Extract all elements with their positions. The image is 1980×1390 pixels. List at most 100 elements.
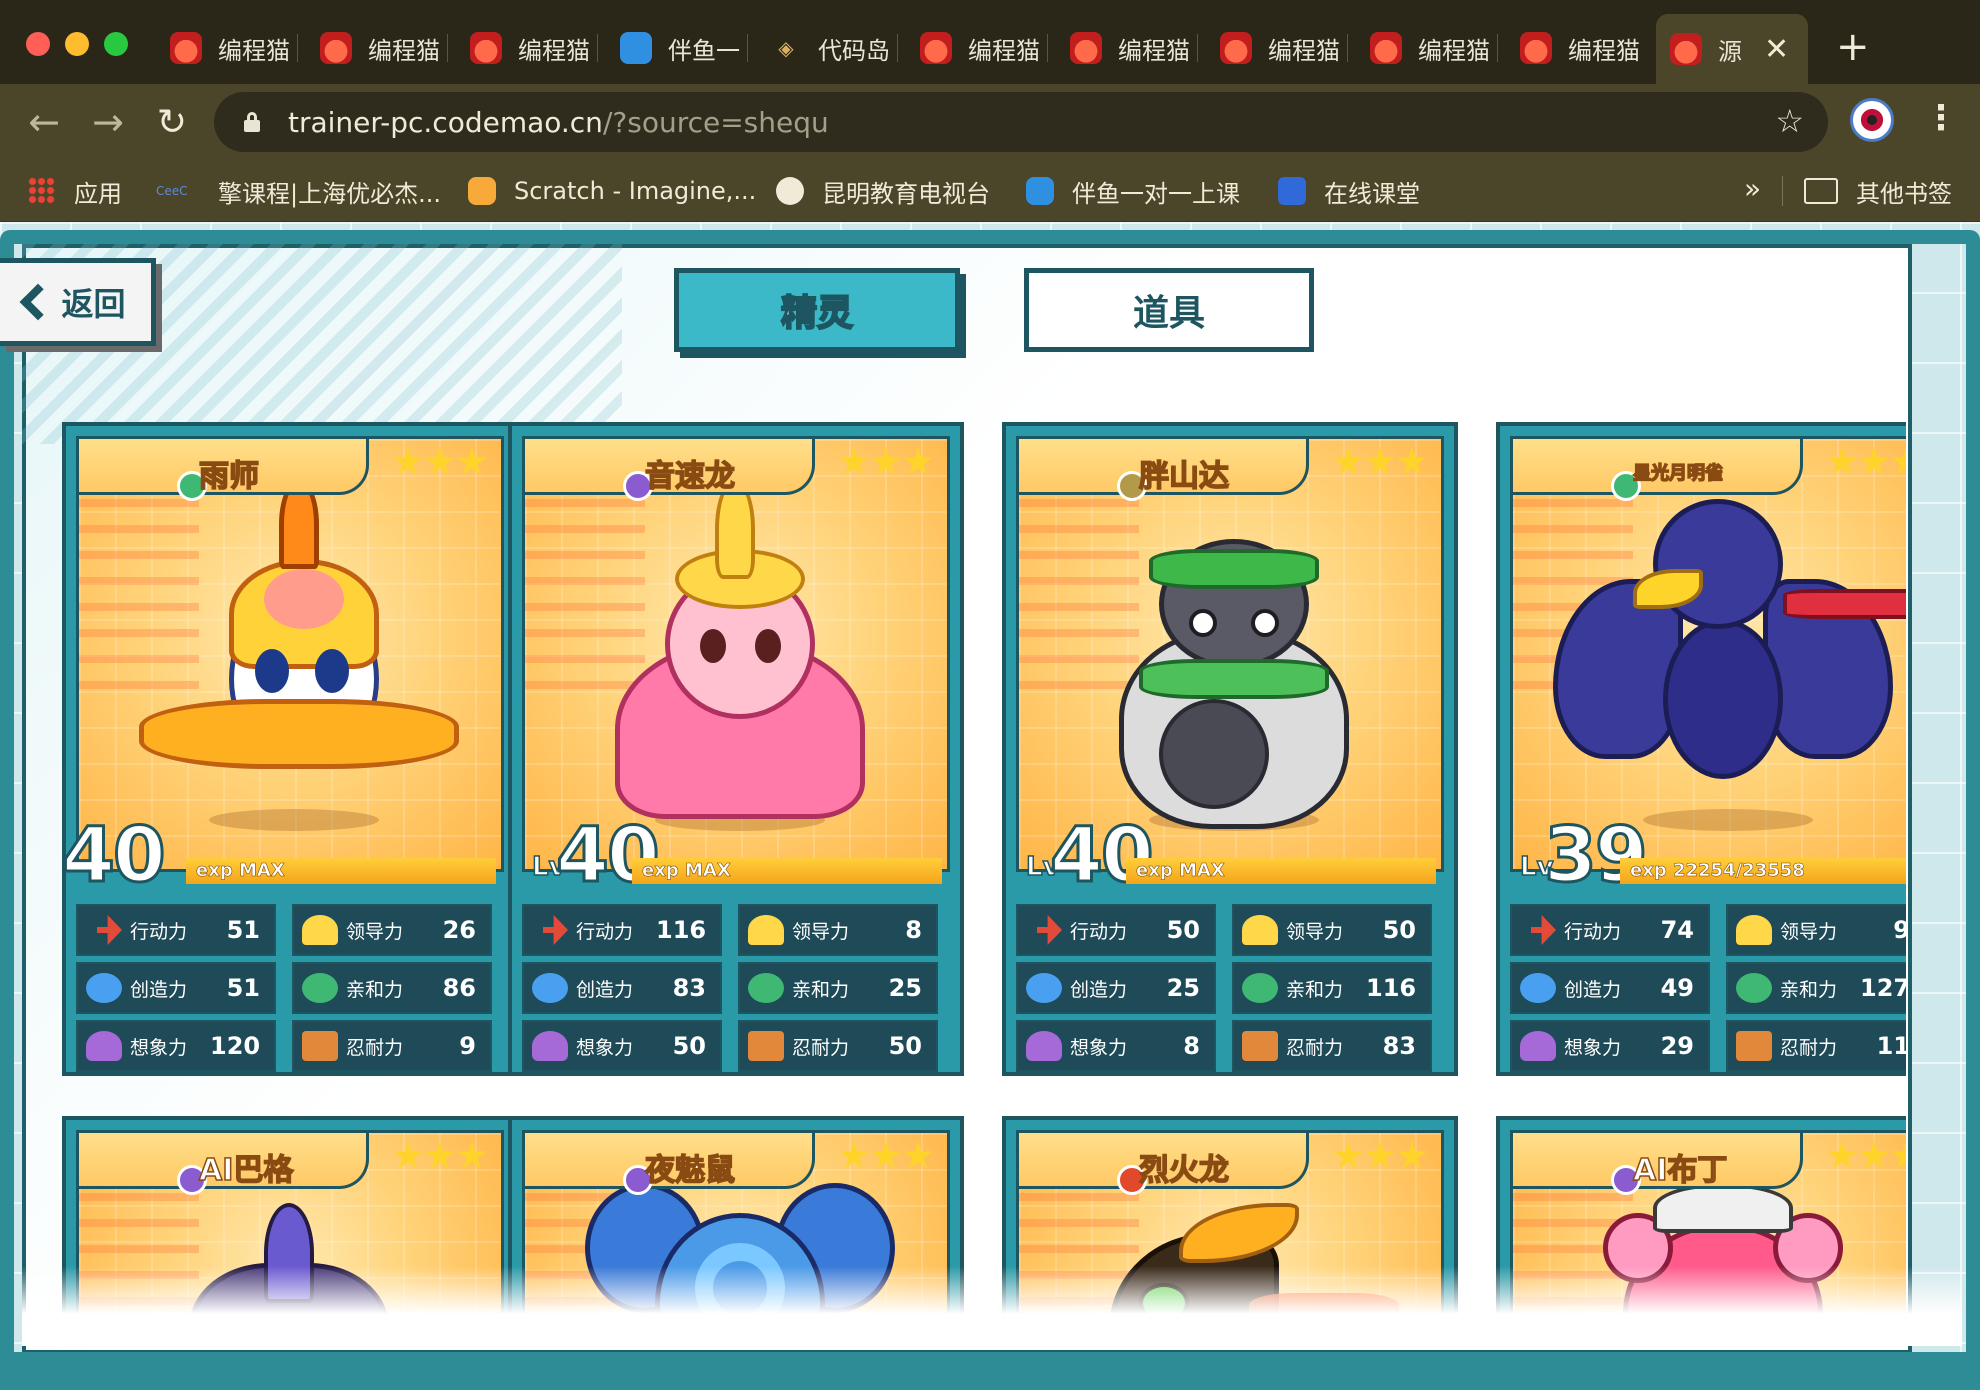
stats-grid: 行动力 74 领导力 9 创造力 49 亲和力 127 想象力 29 忍耐力 11 <box>1510 904 1906 1072</box>
browser-tab[interactable]: 编程猫 <box>1220 26 1348 70</box>
exp-text: exp 22254/23558 <box>1630 860 1805 882</box>
creature-card[interactable]: 雨师 40 exp MAX 行动力 51 领导力 26 创造力 51 亲和力 86 想象… <box>61 422 518 1076</box>
back-arrow-icon[interactable]: ← <box>20 98 68 146</box>
action-icon <box>1026 915 1062 945</box>
tab-title: 编程猫 <box>1118 36 1190 65</box>
back-label: 返回 <box>61 285 126 323</box>
site-icon: CeeC <box>156 184 188 198</box>
action-icon <box>86 915 122 945</box>
affinity-icon <box>302 973 338 1003</box>
classroom-icon <box>1278 177 1306 205</box>
address-bar[interactable]: trainer-pc.codemao.cn/?source=shequ ☆ <box>214 92 1828 152</box>
star-icon <box>1891 1141 1906 1169</box>
bookmark-item[interactable]: 在线课堂 <box>1278 174 1420 208</box>
stat-affinity: 亲和力 25 <box>738 962 938 1014</box>
star-rating <box>1333 447 1427 477</box>
creature-card[interactable]: 胖山达 Lv 40 exp MAX 行动力 50 领导力 50 创造力 25 亲和力 1… <box>1002 422 1458 1076</box>
close-window-button[interactable] <box>26 32 50 56</box>
browser-toolbar: ← → ↻ trainer-pc.codemao.cn/?source=sheq… <box>0 84 1980 160</box>
creature-art: 音速龙 <box>522 436 950 872</box>
bookmark-label: 在线课堂 <box>1324 179 1420 208</box>
bookmark-item[interactable]: Scratch - Imagine,... <box>468 174 756 208</box>
bottom-fade <box>22 1266 1962 1346</box>
browser-tab[interactable]: 编程猫 <box>1370 26 1498 70</box>
star-icon <box>1397 1141 1427 1169</box>
other-bookmarks[interactable]: 其他书签 <box>1804 174 1952 208</box>
level-bar: Lv 39 exp 22254/23558 <box>1510 809 1906 901</box>
back-button[interactable]: 返回 <box>0 258 156 346</box>
stat-affinity: 亲和力 86 <box>292 962 492 1014</box>
browser-tab[interactable]: 编程猫 <box>170 26 298 70</box>
browser-tab-active[interactable]: 源 ✕ <box>1656 14 1808 84</box>
maximize-window-button[interactable] <box>104 32 128 56</box>
creativity-icon <box>1026 973 1062 1003</box>
browser-tab[interactable]: 编程猫 <box>920 26 1048 70</box>
level-bar: Lv 40 exp MAX <box>1016 809 1444 901</box>
stat-action: 行动力 51 <box>76 904 276 956</box>
creature-name: AI布丁 <box>1632 1152 1728 1189</box>
menu-dots-icon[interactable]: ⋮ <box>1924 98 1958 138</box>
creature-card[interactable]: 星光月明雀 Lv 39 exp 22254/23558 行动力 74 领导力 9 创… <box>1496 422 1906 1076</box>
star-icon <box>1891 447 1906 475</box>
star-icon <box>871 447 901 475</box>
star-rating <box>393 1141 487 1171</box>
forward-arrow-icon[interactable]: → <box>84 98 132 146</box>
browser-tab[interactable]: 编程猫 <box>320 26 448 70</box>
profile-avatar[interactable] <box>1850 98 1894 142</box>
stats-grid: 行动力 50 领导力 50 创造力 25 亲和力 116 想象力 8 忍耐力 83 <box>1016 904 1448 1072</box>
stat-imagination: 想象力 8 <box>1016 1020 1216 1072</box>
exp-text: exp MAX <box>642 860 731 882</box>
imagination-icon <box>532 1031 568 1061</box>
stat-action: 行动力 74 <box>1510 904 1710 956</box>
action-icon <box>532 915 568 945</box>
star-icon <box>1397 447 1427 475</box>
stat-action: 行动力 50 <box>1016 904 1216 956</box>
browser-tab[interactable]: 编程猫 <box>470 26 598 70</box>
creature-name: 雨师 <box>198 458 260 495</box>
creature-art: 胖山达 <box>1016 436 1444 872</box>
creature-card[interactable]: 音速龙 Lv 40 exp MAX 行动力 116 领导力 8 创造力 83 亲和力 2… <box>508 422 964 1076</box>
minimize-window-button[interactable] <box>65 32 89 56</box>
card-clip: 星光月明雀 Lv 39 exp 22254/23558 行动力 74 领导力 9 创… <box>1494 418 1906 1088</box>
folder-icon <box>1804 178 1838 204</box>
creature-name: 夜魅鼠 <box>644 1152 736 1189</box>
star-icon <box>457 1141 487 1169</box>
star-icon <box>1827 1141 1857 1169</box>
stat-endurance: 忍耐力 9 <box>292 1020 492 1072</box>
stat-create: 创造力 83 <box>522 962 722 1014</box>
tab-title: 编程猫 <box>368 36 440 65</box>
creature-name: AI巴格 <box>198 1152 294 1189</box>
star-icon <box>1859 447 1889 475</box>
new-tab-button[interactable]: + <box>1836 24 1870 70</box>
stat-imagination: 想象力 120 <box>76 1020 276 1072</box>
browser-tab-bar: 编程猫 编程猫 编程猫 伴鱼一 ◈ 代码岛 编程猫 编程猫 编程猫 编程猫 编程… <box>0 0 1980 84</box>
browser-tab[interactable]: ◈ 代码岛 <box>770 26 898 70</box>
stat-endurance: 忍耐力 11 <box>1726 1020 1906 1072</box>
tab-title: 编程猫 <box>518 36 590 65</box>
bookmarks-overflow-button[interactable]: » <box>1744 172 1761 205</box>
tab-title: 伴鱼一 <box>668 36 740 65</box>
browser-tab[interactable]: 伴鱼一 <box>620 26 748 70</box>
stat-create: 创造力 49 <box>1510 962 1710 1014</box>
banyu-fish-icon <box>1026 177 1054 205</box>
codemao-cat-icon <box>1670 33 1702 65</box>
creature-name: 烈火龙 <box>1138 1152 1230 1189</box>
tab-title: 代码岛 <box>818 36 890 65</box>
bookmark-item[interactable]: 伴鱼一对一上课 <box>1026 174 1240 208</box>
stat-lead: 领导力 50 <box>1232 904 1432 956</box>
bookmark-item[interactable]: CeeC 擎课程|上海优必杰... <box>156 174 441 208</box>
bookmark-apps[interactable]: 应用 <box>28 174 122 208</box>
creature-name: 胖山达 <box>1138 458 1230 495</box>
star-icon <box>903 447 933 475</box>
star-icon <box>871 1141 901 1169</box>
close-tab-icon[interactable]: ✕ <box>1764 32 1789 67</box>
tab-title: 编程猫 <box>1568 36 1640 65</box>
browser-tab[interactable]: 编程猫 <box>1070 26 1198 70</box>
reload-icon[interactable]: ↻ <box>148 98 196 146</box>
tab-spirits[interactable]: 精灵 <box>674 268 960 352</box>
bookmark-item[interactable]: 昆明教育电视台 <box>776 174 990 208</box>
bookmark-label: 伴鱼一对一上课 <box>1072 179 1240 208</box>
tab-items[interactable]: 道具 <box>1024 268 1314 352</box>
bookmark-star-icon[interactable]: ☆ <box>1775 102 1804 140</box>
browser-tab[interactable]: 编程猫 <box>1520 26 1648 70</box>
